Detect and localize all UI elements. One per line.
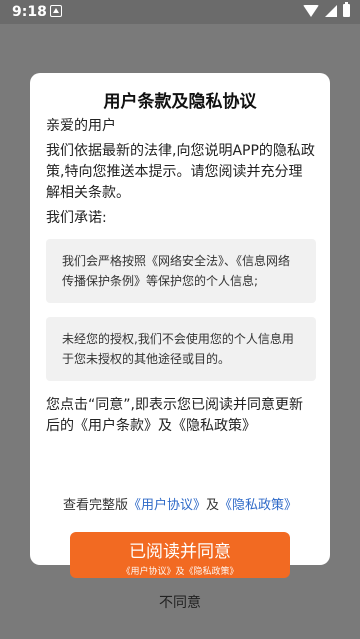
dialog-title: 用户条款及隐私协议 [103, 92, 257, 112]
consent-text: 您点击“同意”,即表示您已阅读并同意更新后的《用户条款》及《隐私政策》 [46, 397, 303, 434]
battery-icon [343, 2, 350, 17]
disagree-button[interactable]: 不同意 [30, 592, 330, 612]
status-icons [303, 2, 350, 17]
agree-button-sublabel: 《用户协议》及《隐私政策》 [121, 567, 239, 577]
user-agreement-link[interactable]: 《用户协议》 [128, 498, 206, 513]
terms-scroll-area[interactable]: 亲爱的用户 我们依据最新的法律,向您说明APP的隐私政策,特向您推送本提示。请您… [46, 116, 316, 487]
privacy-policy-link[interactable]: 《隐私政策》 [219, 498, 297, 513]
promise-box-2: 未经您的授权,我们不会使用您的个人信息用于您未授权的其他途径或目的。 [46, 317, 316, 381]
promise-heading: 我们承诺: [46, 210, 107, 226]
agree-button[interactable]: 已阅读并同意 《用户协议》及《隐私政策》 [70, 532, 290, 578]
links-and: 及 [206, 498, 220, 513]
wifi-icon [303, 4, 319, 17]
promise-box-1: 我们会严格按照《网络安全法》、《信息网络传播保护条例》等保护您的个人信息; [46, 239, 316, 303]
links-prefix: 查看完整版 [62, 498, 128, 513]
notification-icon [50, 5, 62, 17]
status-bar: 9:18 [0, 0, 360, 24]
intro-text: 我们依据最新的法律,向您说明APP的隐私政策,特向您推送本提示。请您阅读并充分理… [46, 143, 315, 201]
status-time: 9:18 [12, 4, 47, 20]
privacy-dialog: 用户条款及隐私协议 亲爱的用户 我们依据最新的法律,向您说明APP的隐私政策,特… [30, 73, 330, 611]
greeting-text: 亲爱的用户 [46, 118, 116, 134]
agree-button-label: 已阅读并同意 [129, 542, 231, 562]
full-version-links: 查看完整版《用户协议》及《隐私政策》 [30, 494, 330, 513]
signal-icon [325, 4, 337, 17]
